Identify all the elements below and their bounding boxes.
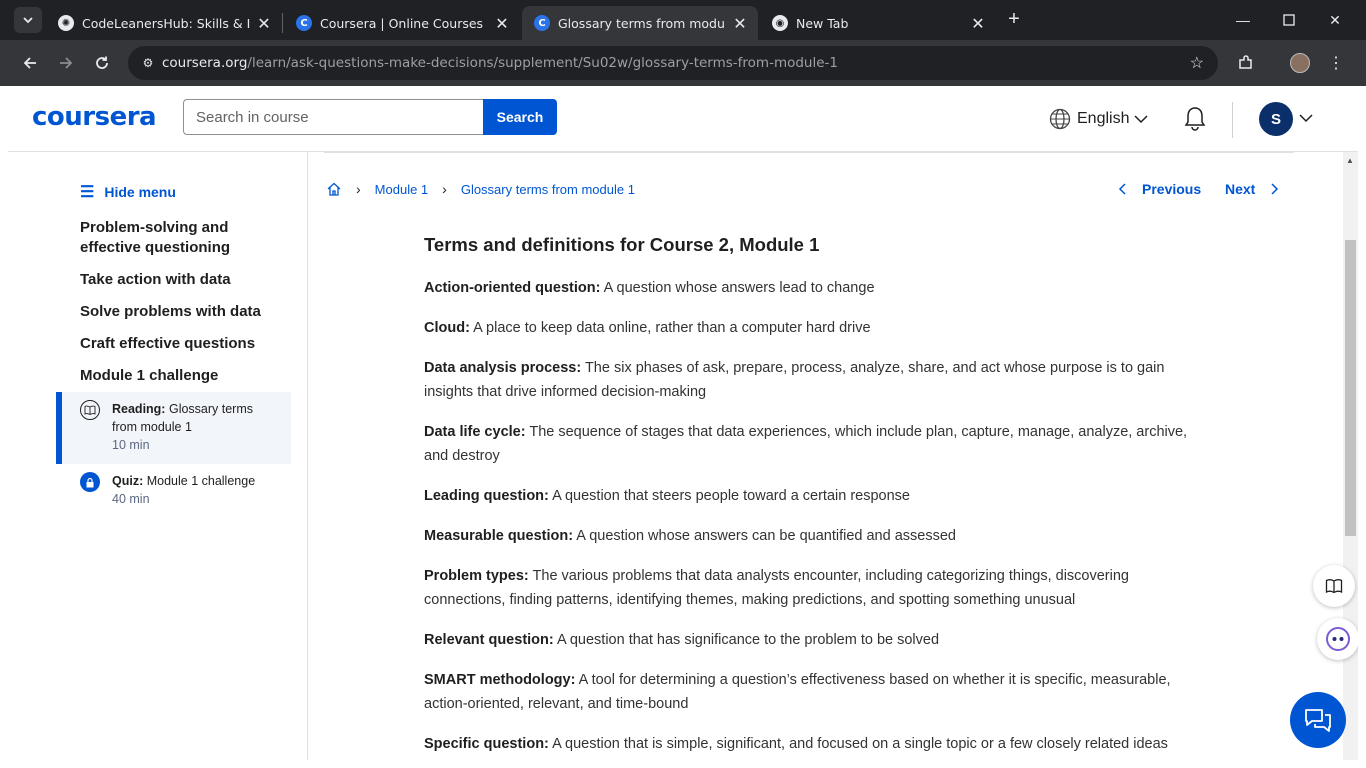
chrome-menu-icon[interactable]: ⋮ xyxy=(1324,51,1348,75)
site-info-icon[interactable]: ⚙ xyxy=(134,56,162,70)
glossary-term: Problem types: The various problems that… xyxy=(424,568,1129,608)
url-text: coursera.org/learn/ask-questions-make-de… xyxy=(162,55,839,71)
tab-divider xyxy=(282,13,283,33)
back-button[interactable] xyxy=(16,49,44,77)
extensions-icon[interactable] xyxy=(1234,51,1258,75)
coach-button[interactable] xyxy=(1317,618,1358,660)
header-divider xyxy=(1232,102,1233,138)
reading-label: Reading: Glossary terms from module 1 xyxy=(112,402,254,434)
glossary-term: Leading question: A question that steers… xyxy=(424,488,910,504)
notes-button[interactable] xyxy=(1313,565,1355,607)
next-button[interactable]: Next xyxy=(1225,181,1281,197)
arrow-left-icon xyxy=(23,57,36,69)
chevron-right-icon: › xyxy=(442,181,447,197)
tab-search-button[interactable] xyxy=(14,7,42,33)
scroll-up-arrow-icon[interactable]: ▲ xyxy=(1346,156,1354,165)
search-button[interactable]: Search xyxy=(483,99,557,135)
chevron-right-icon: › xyxy=(356,181,361,197)
breadcrumb-current[interactable]: Glossary terms from module 1 xyxy=(461,182,635,197)
coursera-icon: C xyxy=(534,15,550,31)
reload-icon xyxy=(96,56,108,69)
browser-window: ✺ CodeLeanersHub: Skills & Intern ✕ C Co… xyxy=(0,0,1366,768)
tab-glossary[interactable]: C Glossary terms from module 1 | ✕ xyxy=(522,6,758,40)
glossary-term: SMART methodology: A tool for determinin… xyxy=(424,672,1171,712)
glossary-term: Data life cycle: The sequence of stages … xyxy=(424,424,1188,464)
glossary-content: Terms and definitions for Course 2, Modu… xyxy=(424,234,1204,760)
maximize-icon xyxy=(1283,14,1295,26)
tab-new-tab[interactable]: ◉ New Tab ✕ xyxy=(760,6,996,40)
coursera-page: coursera Search in course Search English… xyxy=(8,86,1358,760)
hide-menu-button[interactable]: ☰ Hide menu xyxy=(80,182,176,202)
hamburger-icon: ☰ xyxy=(80,184,95,201)
breadcrumb-module[interactable]: Module 1 xyxy=(375,182,428,197)
reload-button[interactable] xyxy=(88,49,116,77)
tab-codeleanershub[interactable]: ✺ CodeLeanersHub: Skills & Intern ✕ xyxy=(46,6,282,40)
content-divider xyxy=(324,152,1294,153)
tab-coursera-home[interactable]: C Coursera | Online Courses From ✕ xyxy=(284,6,520,40)
chevron-down-icon xyxy=(1134,115,1149,124)
glossary-term: Action-oriented question: A question who… xyxy=(424,280,875,296)
maximize-button[interactable] xyxy=(1266,0,1312,40)
scroll-thumb[interactable] xyxy=(1345,240,1356,536)
language-selector[interactable]: English xyxy=(1049,108,1149,130)
previous-button[interactable]: Previous xyxy=(1116,181,1201,197)
page-title: Terms and definitions for Course 2, Modu… xyxy=(424,234,820,255)
book-icon xyxy=(80,400,100,420)
chevron-down-icon[interactable] xyxy=(1298,110,1314,126)
quiz-duration: 40 min xyxy=(112,492,150,506)
close-tab-icon[interactable]: ✕ xyxy=(970,14,986,33)
close-window-button[interactable]: ✕ xyxy=(1312,0,1358,40)
open-book-icon xyxy=(1325,579,1343,594)
tab-bar: ✺ CodeLeanersHub: Skills & Intern ✕ C Co… xyxy=(0,0,1366,40)
quiz-label: Quiz: Module 1 challenge xyxy=(112,474,256,488)
glossary-term: Relevant question: A question that has s… xyxy=(424,632,940,648)
globe-icon xyxy=(1049,108,1071,130)
chrome-icon: ◉ xyxy=(772,15,788,31)
page-scrollbar[interactable]: ▲ xyxy=(1343,152,1358,760)
sidebar-item-take-action[interactable]: Take action with data xyxy=(80,270,280,290)
glossary-term: Cloud: A place to keep data online, rath… xyxy=(424,320,871,336)
close-tab-icon[interactable]: ✕ xyxy=(732,14,748,33)
site-header: coursera Search in course Search English… xyxy=(8,86,1358,152)
browser-toolbar: ⚙ coursera.org/learn/ask-questions-make-… xyxy=(0,40,1366,86)
course-sidebar: ☰ Hide menu Problem-solving and effectiv… xyxy=(8,152,308,760)
lock-icon xyxy=(80,472,100,492)
forward-button[interactable] xyxy=(52,49,80,77)
glossary-term: Data analysis process: The six phases of… xyxy=(424,360,1165,400)
user-avatar[interactable]: S xyxy=(1259,102,1293,136)
sidebar-item-craft-questions[interactable]: Craft effective questions xyxy=(80,334,280,354)
sidebar-item-problem-solving[interactable]: Problem-solving and effective questionin… xyxy=(80,218,280,258)
search-input[interactable]: Search in course xyxy=(183,99,483,135)
bell-icon[interactable] xyxy=(1183,106,1207,132)
browser-profile-avatar[interactable] xyxy=(1290,53,1310,73)
sidebar-item-solve-problems[interactable]: Solve problems with data xyxy=(80,302,280,322)
home-icon[interactable] xyxy=(326,181,342,197)
puzzle-icon xyxy=(1239,55,1252,69)
minimize-button[interactable]: — xyxy=(1220,0,1266,40)
address-bar[interactable]: ⚙ coursera.org/learn/ask-questions-make-… xyxy=(128,46,1218,80)
coursera-logo[interactable]: coursera xyxy=(32,102,157,132)
sidebar-item-quiz[interactable]: Quiz: Module 1 challenge 40 min xyxy=(56,468,291,514)
sidebar-item-module-challenge[interactable]: Module 1 challenge xyxy=(80,366,280,386)
chat-support-button[interactable] xyxy=(1290,692,1346,748)
close-tab-icon[interactable]: ✕ xyxy=(494,14,510,33)
language-label: English xyxy=(1077,110,1130,127)
bookmark-star-icon[interactable]: ☆ xyxy=(1190,53,1204,73)
reading-duration: 10 min xyxy=(112,438,150,452)
main-content: › Module 1 › Glossary terms from module … xyxy=(308,152,1343,760)
chat-bubbles-icon xyxy=(1305,709,1331,732)
glossary-term: Specific question: A question that is si… xyxy=(424,736,1168,752)
close-tab-icon[interactable]: ✕ xyxy=(256,14,272,33)
chevron-right-icon xyxy=(1271,183,1279,195)
coach-bot-icon xyxy=(1326,627,1350,651)
breadcrumb: › Module 1 › Glossary terms from module … xyxy=(326,181,635,197)
chevron-left-icon xyxy=(1118,183,1126,195)
glossary-term: Measurable question: A question whose an… xyxy=(424,528,956,544)
chevron-down-icon xyxy=(23,17,33,24)
arrow-right-icon xyxy=(60,57,73,69)
openai-icon: ✺ xyxy=(58,15,74,31)
new-tab-button[interactable]: + xyxy=(1003,8,1025,30)
sidebar-item-reading-glossary[interactable]: Reading: Glossary terms from module 1 10… xyxy=(56,392,291,464)
coursera-icon: C xyxy=(296,15,312,31)
